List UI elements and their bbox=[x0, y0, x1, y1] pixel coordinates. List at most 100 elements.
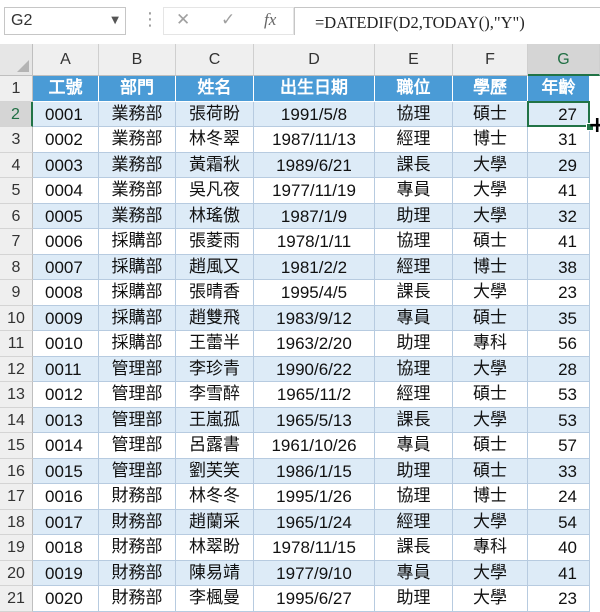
row-header-19[interactable]: 19 bbox=[0, 535, 33, 561]
cell-birth[interactable]: 1989/6/21 bbox=[254, 152, 375, 178]
cell-age[interactable]: 57 bbox=[528, 433, 590, 459]
cell-birth[interactable]: 1965/1/24 bbox=[254, 509, 375, 535]
cell-birth[interactable]: 1990/6/22 bbox=[254, 356, 375, 382]
row-header-17[interactable]: 17 bbox=[0, 484, 33, 510]
cell-title[interactable]: 課長 bbox=[375, 535, 453, 561]
cell-age[interactable]: 24 bbox=[528, 484, 590, 510]
cell-id[interactable]: 0011 bbox=[33, 356, 99, 382]
cell-name[interactable]: 李楓曼 bbox=[176, 586, 254, 612]
cell-id[interactable]: 0014 bbox=[33, 433, 99, 459]
cell-id[interactable]: 0001 bbox=[33, 101, 99, 127]
cell-dept[interactable]: 財務部 bbox=[99, 484, 176, 510]
row-header-4[interactable]: 4 bbox=[0, 152, 33, 178]
cell-dept[interactable]: 業務部 bbox=[99, 127, 176, 153]
cell-id[interactable]: 0006 bbox=[33, 229, 99, 255]
cell-name[interactable]: 林冬冬 bbox=[176, 484, 254, 510]
row-header-5[interactable]: 5 bbox=[0, 178, 33, 204]
cell-name[interactable]: 趙雙飛 bbox=[176, 305, 254, 331]
cell-birth[interactable]: 1995/6/27 bbox=[254, 586, 375, 612]
select-all-corner[interactable] bbox=[0, 44, 33, 76]
cell-dept[interactable]: 採購部 bbox=[99, 305, 176, 331]
cell-birth[interactable]: 1995/1/26 bbox=[254, 484, 375, 510]
cell-name[interactable]: 李雪醉 bbox=[176, 382, 254, 408]
cell-birth[interactable]: 1977/11/19 bbox=[254, 178, 375, 204]
cell-title[interactable]: 經理 bbox=[375, 254, 453, 280]
cell-age[interactable]: 32 bbox=[528, 203, 590, 229]
cell-title[interactable]: 課長 bbox=[375, 152, 453, 178]
cell-id[interactable]: 0020 bbox=[33, 586, 99, 612]
cell-title[interactable]: 協理 bbox=[375, 484, 453, 510]
cell-age[interactable]: 54 bbox=[528, 509, 590, 535]
cell-birth[interactable]: 1987/11/13 bbox=[254, 127, 375, 153]
cell-name[interactable]: 李珍青 bbox=[176, 356, 254, 382]
cell-edu[interactable]: 大學 bbox=[453, 203, 528, 229]
cell-dept[interactable]: 採購部 bbox=[99, 229, 176, 255]
cell-birth[interactable]: 1981/2/2 bbox=[254, 254, 375, 280]
cell-age[interactable]: 53 bbox=[528, 382, 590, 408]
row-header-14[interactable]: 14 bbox=[0, 407, 33, 433]
column-header-e[interactable]: E bbox=[375, 44, 453, 76]
cell-edu[interactable]: 大學 bbox=[453, 560, 528, 586]
row-header-13[interactable]: 13 bbox=[0, 382, 33, 408]
cell-age[interactable]: 41 bbox=[528, 178, 590, 204]
cell-birth[interactable]: 1965/11/2 bbox=[254, 382, 375, 408]
cell-dept[interactable]: 管理部 bbox=[99, 407, 176, 433]
cell-age[interactable]: 28 bbox=[528, 356, 590, 382]
cell-id[interactable]: 0018 bbox=[33, 535, 99, 561]
row-header-2[interactable]: 2 bbox=[0, 101, 33, 127]
cell-edu[interactable]: 博士 bbox=[453, 127, 528, 153]
cell-dept[interactable]: 財務部 bbox=[99, 560, 176, 586]
cell-name[interactable]: 趙風又 bbox=[176, 254, 254, 280]
cell-dept[interactable]: 管理部 bbox=[99, 382, 176, 408]
cell-edu[interactable]: 博士 bbox=[453, 254, 528, 280]
cell-id[interactable]: 0010 bbox=[33, 331, 99, 357]
cell-edu[interactable]: 專科 bbox=[453, 331, 528, 357]
cell-name[interactable]: 張晴香 bbox=[176, 280, 254, 306]
cell-name[interactable]: 林翠盼 bbox=[176, 535, 254, 561]
cell-edu[interactable]: 碩士 bbox=[453, 229, 528, 255]
cell-age[interactable]: 35 bbox=[528, 305, 590, 331]
header-cell-age[interactable]: 年齡 bbox=[528, 76, 590, 102]
row-header-8[interactable]: 8 bbox=[0, 254, 33, 280]
cell-dept[interactable]: 採購部 bbox=[99, 280, 176, 306]
cell-title[interactable]: 助理 bbox=[375, 331, 453, 357]
row-header-15[interactable]: 15 bbox=[0, 433, 33, 459]
cell-age[interactable]: 29 bbox=[528, 152, 590, 178]
cell-dept[interactable]: 採購部 bbox=[99, 331, 176, 357]
cell-name[interactable]: 張荷盼 bbox=[176, 101, 254, 127]
cell-age[interactable]: 31 bbox=[528, 127, 590, 153]
cell-id[interactable]: 0009 bbox=[33, 305, 99, 331]
cell-title[interactable]: 專員 bbox=[375, 433, 453, 459]
cell-edu[interactable]: 專科 bbox=[453, 535, 528, 561]
cell-title[interactable]: 協理 bbox=[375, 356, 453, 382]
row-header-11[interactable]: 11 bbox=[0, 331, 33, 357]
cell-edu[interactable]: 博士 bbox=[453, 484, 528, 510]
cell-edu[interactable]: 碩士 bbox=[453, 101, 528, 127]
cell-title[interactable]: 課長 bbox=[375, 407, 453, 433]
cell-edu[interactable]: 大學 bbox=[453, 509, 528, 535]
header-cell-birth[interactable]: 出生日期 bbox=[254, 76, 375, 102]
chevron-down-icon[interactable]: ▼ bbox=[111, 15, 119, 26]
cell-edu[interactable]: 碩士 bbox=[453, 433, 528, 459]
cell-edu[interactable]: 大學 bbox=[453, 152, 528, 178]
cell-dept[interactable]: 業務部 bbox=[99, 152, 176, 178]
column-header-g[interactable]: G bbox=[528, 44, 600, 76]
cell-birth[interactable]: 1987/1/9 bbox=[254, 203, 375, 229]
row-header-10[interactable]: 10 bbox=[0, 305, 33, 331]
cell-title[interactable]: 專員 bbox=[375, 305, 453, 331]
cell-birth[interactable]: 1978/11/15 bbox=[254, 535, 375, 561]
row-header-3[interactable]: 3 bbox=[0, 127, 33, 153]
cell-age[interactable]: 23 bbox=[528, 280, 590, 306]
row-header-12[interactable]: 12 bbox=[0, 356, 33, 382]
cell-name[interactable]: 王蕾半 bbox=[176, 331, 254, 357]
cell-age[interactable]: 41 bbox=[528, 229, 590, 255]
cell-dept[interactable]: 採購部 bbox=[99, 254, 176, 280]
row-header-6[interactable]: 6 bbox=[0, 203, 33, 229]
cell-birth[interactable]: 1977/9/10 bbox=[254, 560, 375, 586]
cell-birth[interactable]: 1986/1/15 bbox=[254, 458, 375, 484]
cell-title[interactable]: 經理 bbox=[375, 382, 453, 408]
cell-dept[interactable]: 財務部 bbox=[99, 535, 176, 561]
formula-input[interactable]: =DATEDIF(D2,TODAY(),"Y") bbox=[294, 7, 600, 35]
cell-title[interactable]: 助理 bbox=[375, 203, 453, 229]
cell-dept[interactable]: 業務部 bbox=[99, 203, 176, 229]
